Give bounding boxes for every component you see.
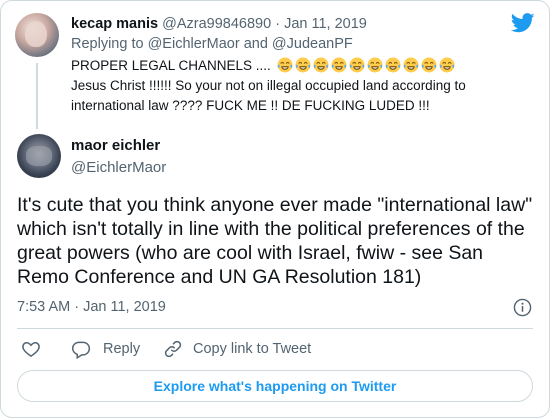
face-with-tears-of-joy-icon [313, 57, 329, 73]
mention-link[interactable]: @JudeanPF [272, 36, 353, 52]
tweet-embed-card: kecap manis @Azra99846890 · Jan 11, 2019… [0, 0, 550, 418]
reply-button[interactable]: Reply [71, 339, 140, 359]
tweet-text-line: PROPER LEGAL CHANNELS .... [71, 58, 271, 73]
face-with-tears-of-joy-icon [367, 57, 383, 73]
author-handle[interactable]: @Azra99846890 [162, 16, 271, 32]
parent-tweet-header: kecap manis @Azra99846890 · Jan 11, 2019 [71, 15, 531, 33]
divider [17, 328, 533, 329]
like-button[interactable] [21, 339, 41, 359]
emoji-row [275, 57, 455, 73]
face-with-tears-of-joy-icon [439, 57, 455, 73]
author-name[interactable]: maor eichler [71, 137, 160, 154]
face-with-tears-of-joy-icon [421, 57, 437, 73]
explore-twitter-button[interactable]: Explore what's happening on Twitter [17, 370, 533, 402]
heart-icon [22, 341, 40, 357]
and-label: and [243, 36, 268, 52]
face-with-tears-of-joy-icon [349, 57, 365, 73]
parent-tweet-body: kecap manis @Azra99846890 · Jan 11, 2019… [71, 15, 531, 116]
tweet-text-line: Jesus Christ !!!!!! So your not on illeg… [71, 78, 466, 113]
reply-bubble-icon [71, 341, 91, 359]
tweet-date[interactable]: Jan 11, 2019 [284, 16, 367, 32]
tweet-text: It's cute that you think anyone ever mad… [17, 194, 533, 288]
face-with-tears-of-joy-icon [277, 57, 293, 73]
face-with-tears-of-joy-icon [403, 57, 419, 73]
face-with-tears-of-joy-icon [295, 57, 311, 73]
replying-to-line: Replying to @EichlerMaor and @JudeanPF [71, 34, 531, 54]
avatar[interactable] [15, 13, 59, 57]
thread-connector-line [36, 63, 38, 129]
copy-link-button[interactable]: Copy link to Tweet [163, 339, 311, 359]
parent-tweet-text: PROPER LEGAL CHANNELS .... Jesus Christ … [71, 56, 531, 116]
copy-link-label: Copy link to Tweet [193, 341, 312, 357]
mention-link[interactable]: @EichlerMaor [148, 36, 240, 52]
reply-label: Reply [103, 341, 141, 357]
face-with-tears-of-joy-icon [331, 57, 347, 73]
replying-to-label: Replying to [71, 36, 144, 52]
tweet-timestamp[interactable]: 7:53 AM · Jan 11, 2019 [17, 299, 166, 315]
separator-dot: · [275, 16, 281, 32]
link-icon [164, 340, 182, 358]
info-icon[interactable] [513, 298, 532, 317]
author-handle[interactable]: @EichlerMaor [71, 159, 166, 176]
face-with-tears-of-joy-icon [385, 57, 401, 73]
author-name[interactable]: kecap manis [71, 16, 158, 32]
avatar[interactable] [17, 134, 61, 178]
